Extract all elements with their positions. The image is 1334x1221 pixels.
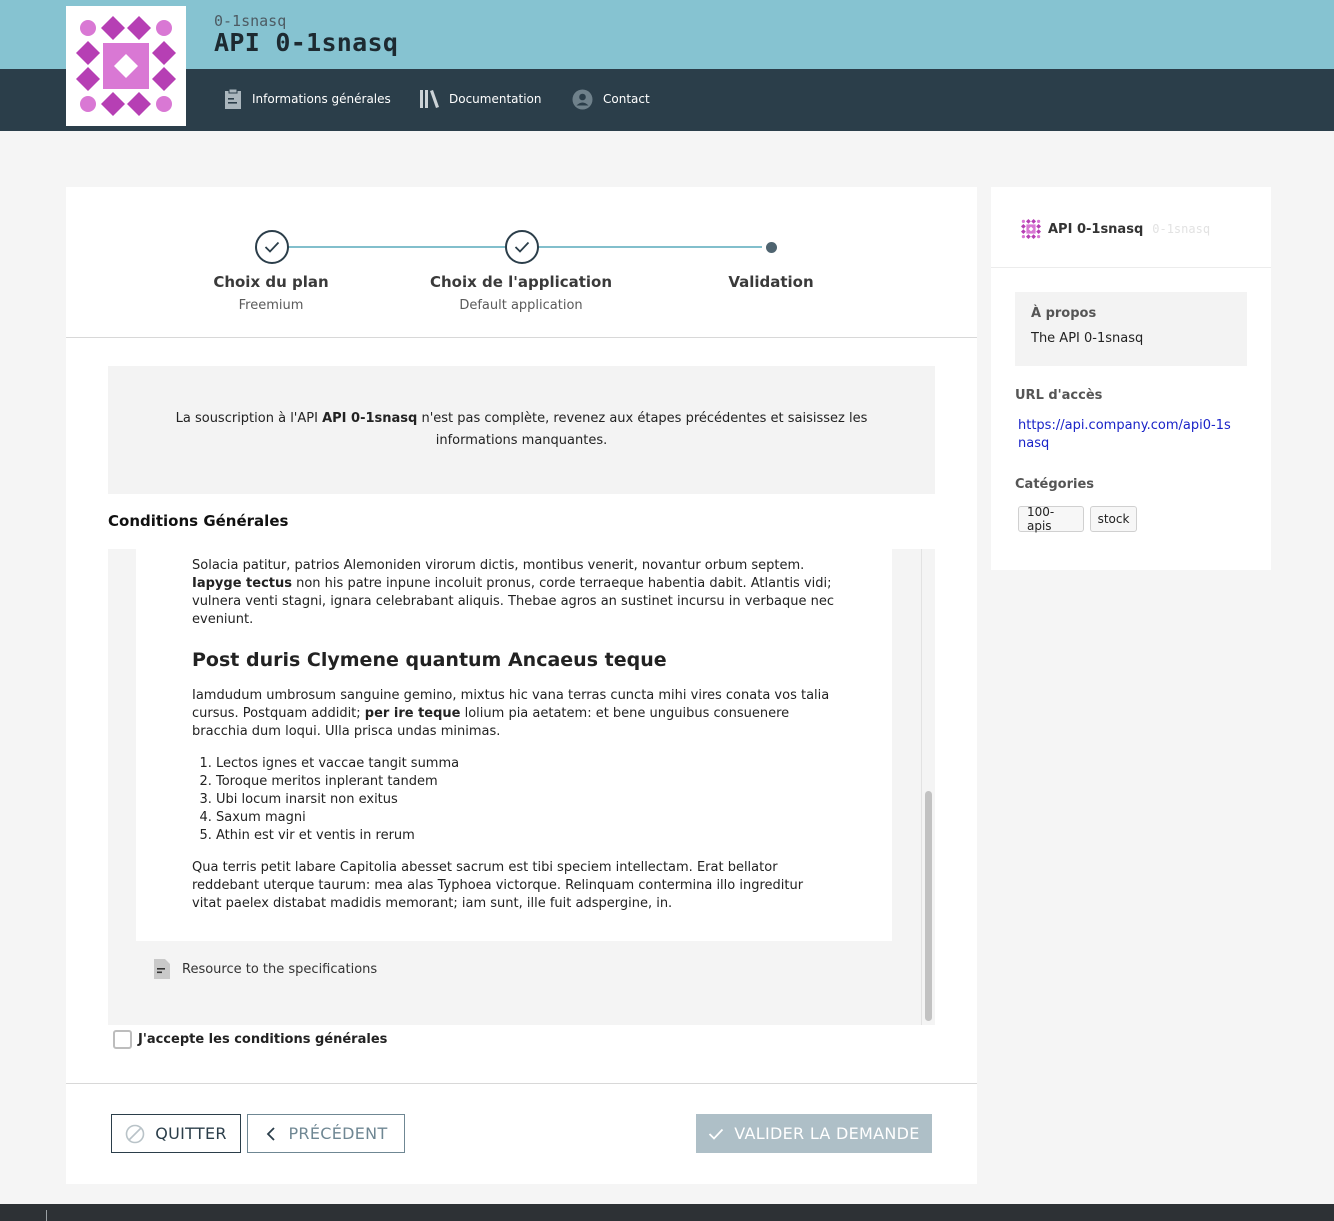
api-title: API 0-1snasq: [214, 28, 399, 57]
books-icon: [419, 89, 439, 109]
conditions-heading: Post duris Clymene quantum Ancaeus teque: [192, 649, 667, 671]
api-info-card: API 0-1snasq 0-1snasq À propos The API 0…: [991, 187, 1271, 570]
resource-label: Resource to the specifications: [182, 961, 378, 977]
about-label: À propos: [1031, 306, 1097, 321]
stepper-connector: [288, 246, 506, 248]
api-url-link[interactable]: https://api.company.com/api0-1snasq: [1018, 417, 1233, 453]
about-value: The API 0-1snasq: [1031, 331, 1144, 346]
conditions-paragraph: Solacia patitur, patrios Alemoniden viro…: [192, 558, 834, 627]
nav-documentation[interactable]: Documentation: [419, 87, 542, 111]
conditions-paragraph: Qua terris petit labare Capitolia abesse…: [192, 860, 804, 911]
validate-button[interactable]: VALIDER LA DEMANDE: [696, 1114, 932, 1153]
step-current-dot: [766, 242, 777, 253]
notice-text: n'est pas complète, revenez aux étapes p…: [417, 411, 868, 448]
validate-label: VALIDER LA DEMANDE: [734, 1124, 920, 1143]
url-label: URL d'accès: [1015, 388, 1103, 403]
category-tag[interactable]: stock: [1090, 506, 1137, 532]
stepper-connector: [538, 246, 762, 248]
about-box: À propos The API 0-1snasq: [1015, 292, 1247, 366]
nav-label: Informations générales: [252, 92, 391, 106]
notice-text: La souscription à l'API: [175, 411, 323, 426]
conditions-document: Solacia patitur, patrios Alemoniden viro…: [136, 549, 892, 941]
step-done-check: [505, 230, 539, 264]
footer-bar: [0, 1204, 1334, 1221]
step-subtitle-plan: Freemium: [238, 298, 304, 313]
accept-label: J'accepte les conditions générales: [138, 1032, 388, 1047]
list-item: Toroque meritos inplerant tandem: [216, 773, 836, 791]
conditions-scroll-area[interactable]: Solacia patitur, patrios Alemoniden viro…: [108, 549, 935, 1025]
subscription-card: Choix du plan Freemium Choix de l'applic…: [66, 187, 977, 1184]
conditions-paragraph: Iamdudum umbrosum sanguine gemino, mixtu…: [192, 688, 830, 739]
accept-conditions[interactable]: J'accepte les conditions générales: [113, 1030, 387, 1049]
footer-divider: [46, 1210, 47, 1221]
api-logo-small: [1019, 217, 1043, 241]
header-banner: [0, 0, 1334, 69]
category-tag[interactable]: 100-apis: [1018, 505, 1084, 533]
divider: [991, 267, 1271, 268]
categories-label: Catégories: [1015, 477, 1095, 492]
conditions-list: Lectos ignes et vaccae tangit summa Toro…: [216, 755, 836, 845]
incomplete-notice: La souscription à l'API API 0-1snasq n'e…: [108, 366, 935, 494]
previous-button[interactable]: PRÉCÉDENT: [247, 1114, 405, 1153]
clipboard-icon: [224, 88, 242, 110]
list-item: Ubi locum inarsit non exitus: [216, 791, 836, 809]
step-subtitle-application: Default application: [459, 298, 583, 313]
quit-button[interactable]: QUITTER: [111, 1114, 241, 1153]
document-icon: [154, 959, 170, 979]
scrollbar-thumb[interactable]: [925, 791, 932, 1021]
list-item: Saxum magni: [216, 809, 836, 827]
side-api-version: 0-1snasq: [1152, 222, 1211, 236]
side-api-name: API 0-1snasq: [1048, 221, 1144, 237]
side-api-header: API 0-1snasq 0-1snasq: [1019, 217, 1210, 241]
chevron-left-icon: [264, 1126, 278, 1142]
step-title-validation: Validation: [728, 273, 814, 291]
check-icon: [708, 1128, 724, 1140]
user-icon: [572, 89, 593, 110]
check-icon: [514, 241, 530, 253]
scrollbar[interactable]: [921, 549, 935, 1025]
accept-checkbox[interactable]: [113, 1030, 132, 1049]
step-title-plan: Choix du plan: [213, 273, 329, 291]
nav-contact[interactable]: Contact: [572, 87, 650, 111]
divider: [66, 1083, 977, 1084]
list-item: Athin est vir et ventis in rerum: [216, 827, 836, 845]
check-icon: [264, 241, 280, 253]
previous-label: PRÉCÉDENT: [288, 1124, 388, 1143]
quit-label: QUITTER: [155, 1124, 227, 1143]
step-done-check: [255, 230, 289, 264]
notice-api-name: API 0-1snasq: [322, 411, 418, 426]
nav-informations-generales[interactable]: Informations générales: [224, 87, 391, 111]
step-title-application: Choix de l'application: [429, 273, 613, 291]
api-logo: [66, 6, 186, 126]
conditions-title: Conditions Générales: [108, 512, 289, 530]
header-nav-bar: [0, 69, 1334, 131]
divider: [66, 337, 977, 338]
nav-label: Documentation: [449, 92, 542, 106]
nav-label: Contact: [603, 92, 650, 106]
list-item: Lectos ignes et vaccae tangit summa: [216, 755, 836, 773]
resource-link[interactable]: Resource to the specifications: [154, 959, 377, 979]
cancel-icon: [125, 1124, 145, 1144]
